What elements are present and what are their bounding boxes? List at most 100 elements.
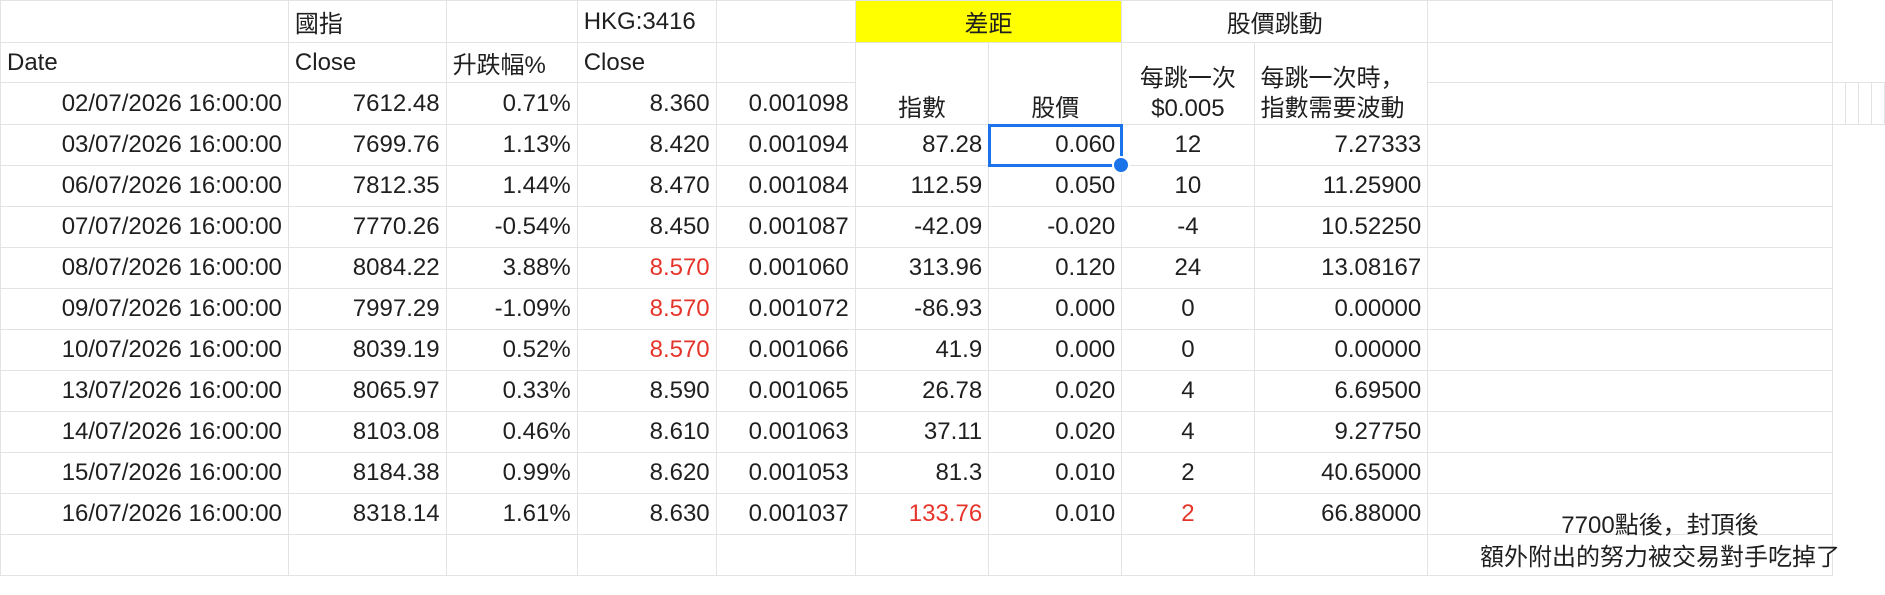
date-cell[interactable]: 13/07/2026 16:00:00 [0,370,289,412]
stock-close-cell[interactable]: 8.570 [576,329,717,371]
cell[interactable] [287,534,447,576]
ticks-cell[interactable]: 2 [1121,452,1255,494]
cell[interactable] [715,0,856,43]
change-pct-header[interactable]: 升跌幅% [445,42,578,83]
index-per-tick-cell[interactable]: 40.65000 [1253,452,1429,494]
cell[interactable] [1427,0,1833,43]
spreadsheet-grid[interactable]: 國指 HKG:3416 差距 股價跳動 Date Close 升跌幅% Clos… [0,0,1885,576]
cell[interactable] [1253,534,1429,576]
change-cell[interactable]: 1.44% [445,165,578,207]
index-diff-cell[interactable] [1427,82,1833,125]
cell[interactable] [1427,247,1833,289]
index-per-tick-cell[interactable]: 66.88000 [1253,493,1429,535]
cell[interactable] [1427,370,1833,412]
ticks-cell[interactable] [1845,82,1859,125]
ratio-cell[interactable]: 0.001087 [715,206,856,248]
cell[interactable] [1427,288,1833,330]
tick-header[interactable]: 股價跳動 [1121,0,1429,43]
cell[interactable] [576,534,717,576]
stock-name-header[interactable]: HKG:3416 [576,0,717,43]
date-cell[interactable]: 07/07/2026 16:00:00 [0,206,289,248]
index-close-cell[interactable]: 8318.14 [287,493,447,535]
cell[interactable] [1427,165,1833,207]
ratio-cell[interactable]: 0.001065 [715,370,856,412]
ticks-header[interactable]: 每跳一次 $0.005 [1121,42,1255,125]
index-per-tick-cell[interactable] [1858,82,1872,125]
ticks-cell[interactable]: 2 [1121,493,1255,535]
selected-cell[interactable]: 0.060 [987,123,1131,174]
index-per-tick-cell[interactable]: 0.00000 [1253,288,1429,330]
cell[interactable] [445,534,578,576]
index-diff-cell[interactable]: -86.93 [854,288,990,330]
stock-close-cell[interactable]: 8.570 [576,288,717,330]
price-diff-cell[interactable]: 0.010 [988,493,1123,535]
cell[interactable] [1427,42,1833,83]
index-diff-cell[interactable]: -42.09 [854,206,990,248]
stock-close-cell[interactable]: 8.590 [576,370,717,412]
stock-close-cell[interactable]: 8.570 [576,247,717,289]
ratio-cell[interactable]: 0.001063 [715,411,856,453]
index-per-tick-cell[interactable]: 10.52250 [1253,206,1429,248]
stock-close-cell[interactable]: 8.610 [576,411,717,453]
ticks-cell[interactable]: 24 [1121,247,1255,289]
price-diff-cell[interactable] [1832,82,1846,125]
date-cell[interactable]: 14/07/2026 16:00:00 [0,411,289,453]
date-cell[interactable]: 08/07/2026 16:00:00 [0,247,289,289]
change-cell[interactable]: -0.54% [445,206,578,248]
ratio-cell[interactable]: 0.001072 [715,288,856,330]
index-diff-header[interactable]: 指數 [854,42,990,125]
ratio-cell[interactable]: 0.001098 [715,82,856,125]
stock-close-cell[interactable]: 8.360 [576,82,717,125]
index-close-cell[interactable]: 8184.38 [287,452,447,494]
price-diff-cell[interactable]: 0.050 [988,165,1123,207]
price-diff-cell[interactable]: 0.000 [988,329,1123,371]
index-per-tick-cell[interactable]: 11.25900 [1253,165,1429,207]
stock-close-cell[interactable]: 8.420 [576,124,717,166]
ticks-cell[interactable]: -4 [1121,206,1255,248]
cell[interactable] [715,534,856,576]
date-cell[interactable]: 06/07/2026 16:00:00 [0,165,289,207]
price-diff-cell[interactable]: 0.010 [988,452,1123,494]
cell[interactable] [1121,534,1255,576]
index-close-cell[interactable]: 7770.26 [287,206,447,248]
ratio-cell[interactable]: 0.001084 [715,165,856,207]
price-diff-cell[interactable]: 0.000 [988,288,1123,330]
index-close-header[interactable]: Close [287,42,447,83]
index-close-cell[interactable]: 8065.97 [287,370,447,412]
ratio-cell[interactable]: 0.001060 [715,247,856,289]
date-header[interactable]: Date [0,42,289,83]
price-diff-cell[interactable]: 0.020 [988,411,1123,453]
cell[interactable] [0,0,289,43]
change-cell[interactable]: 0.71% [445,82,578,125]
index-diff-cell[interactable]: 81.3 [854,452,990,494]
index-close-cell[interactable]: 7699.76 [287,124,447,166]
ratio-cell[interactable]: 0.001037 [715,493,856,535]
index-close-cell[interactable]: 7612.48 [287,82,447,125]
index-close-cell[interactable]: 7812.35 [287,165,447,207]
change-cell[interactable]: 0.52% [445,329,578,371]
index-per-tick-cell[interactable]: 7.27333 [1253,124,1429,166]
price-diff-cell[interactable]: 0.120 [988,247,1123,289]
cell[interactable] [1427,452,1833,494]
index-per-tick-cell[interactable]: 6.69500 [1253,370,1429,412]
date-cell[interactable]: 16/07/2026 16:00:00 [0,493,289,535]
price-diff-cell[interactable]: 0.020 [988,370,1123,412]
cell[interactable] [988,534,1123,576]
index-per-tick-cell[interactable]: 0.00000 [1253,329,1429,371]
index-per-tick-cell[interactable]: 13.08167 [1253,247,1429,289]
change-cell[interactable]: -1.09% [445,288,578,330]
ratio-cell[interactable]: 0.001053 [715,452,856,494]
index-diff-cell[interactable]: 37.11 [854,411,990,453]
ticks-cell[interactable]: 0 [1121,288,1255,330]
change-cell[interactable]: 0.99% [445,452,578,494]
ticks-cell[interactable]: 4 [1121,370,1255,412]
ticks-cell[interactable]: 12 [1121,124,1255,166]
cell[interactable] [715,42,856,83]
ratio-cell[interactable]: 0.001094 [715,124,856,166]
gap-header[interactable]: 差距 [854,0,1123,43]
cell[interactable] [1427,329,1833,371]
price-diff-header[interactable]: 股價 [988,42,1123,125]
index-diff-cell[interactable]: 313.96 [854,247,990,289]
date-cell[interactable]: 15/07/2026 16:00:00 [0,452,289,494]
index-close-cell[interactable]: 8084.22 [287,247,447,289]
